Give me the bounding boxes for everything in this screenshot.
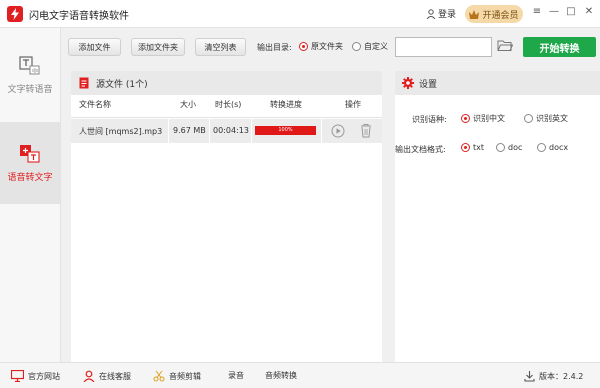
column-header-duration: 时长(s) xyxy=(215,100,242,109)
close-icon[interactable]: ✕ xyxy=(583,6,595,17)
menu-icon[interactable]: ≡ xyxy=(531,6,543,17)
file-panel-title: 源文件 (1个) xyxy=(96,79,148,90)
settings-title: 设置 xyxy=(419,79,438,90)
radio-icon xyxy=(352,42,361,51)
service-label: 在线客服 xyxy=(99,371,131,381)
settings-header: 设置 xyxy=(395,71,600,95)
radio-selected-icon xyxy=(461,114,470,123)
language-label: 识别语种: xyxy=(412,115,447,124)
sidebar-item-speech-to-text[interactable]: 语音转文字 xyxy=(0,122,60,204)
progress-label: 100% xyxy=(278,127,293,133)
user-icon xyxy=(426,8,436,19)
add-folder-button[interactable]: 添加文件夹 xyxy=(131,38,185,56)
header-divider xyxy=(71,117,382,118)
maximize-icon[interactable]: □ xyxy=(565,6,577,17)
login-label: 登录 xyxy=(438,10,457,20)
column-header-size: 大小 xyxy=(180,100,196,109)
app-logo-icon xyxy=(7,6,23,22)
file-duration-cell: 00:04:13 xyxy=(213,126,249,135)
file-size-cell: 9.67 MB xyxy=(173,126,206,135)
speech-to-text-icon xyxy=(20,144,40,163)
website-label: 官方网站 xyxy=(28,371,60,381)
start-convert-button[interactable]: 开始转换 xyxy=(523,37,596,57)
app-title: 闪电文字语音转换软件 xyxy=(29,11,129,22)
title-bar: 闪电文字语音转换软件 登录 开通会员 ≡ — □ ✕ xyxy=(0,0,600,28)
folder-icon[interactable] xyxy=(497,39,514,55)
file-panel-header: 源文件 (1个) xyxy=(71,71,382,95)
audio-cut-label: 音频剪辑 xyxy=(169,371,201,381)
format-option-label: docx xyxy=(549,143,569,152)
sidebar-item-label: 文字转语音 xyxy=(7,84,53,95)
scissors-icon xyxy=(153,370,165,382)
file-name-cell: 人世间 [mqms2].mp3 xyxy=(79,127,163,136)
minimize-icon[interactable]: — xyxy=(548,6,560,17)
delete-icon[interactable] xyxy=(360,123,372,141)
settings-panel: 设置 识别语种: 识别中文 识别英文 输出文档格式: txt doc docx xyxy=(395,71,600,362)
cell-divider xyxy=(321,119,322,143)
document-icon xyxy=(79,77,89,89)
gear-icon xyxy=(402,77,414,89)
vip-button[interactable]: 开通会员 xyxy=(465,5,523,23)
column-header-actions: 操作 xyxy=(345,100,361,109)
output-dir-label: 输出目录: xyxy=(257,43,292,52)
audio-cut-link[interactable]: 音频剪辑 xyxy=(153,370,201,382)
output-source-label: 原文件夹 xyxy=(311,42,343,51)
crown-icon xyxy=(469,9,480,19)
format-option-label: txt xyxy=(473,143,485,152)
clear-list-button[interactable]: 清空列表 xyxy=(195,38,246,56)
download-icon xyxy=(524,371,535,382)
sidebar: 文字转语音 语音转文字 xyxy=(0,28,61,362)
progress-bar: 100% xyxy=(255,126,316,135)
table-row[interactable]: 人世间 [mqms2].mp3 9.67 MB 00:04:13 100% xyxy=(71,119,382,143)
output-custom-label: 自定义 xyxy=(364,42,388,51)
text-to-speech-icon xyxy=(19,55,40,74)
login-button[interactable]: 登录 xyxy=(426,7,456,20)
monitor-icon xyxy=(11,370,24,382)
radio-icon xyxy=(524,114,533,123)
website-link[interactable]: 官方网站 xyxy=(11,370,60,382)
audio-convert-link[interactable]: 音频转换 xyxy=(265,370,297,381)
output-custom-radio[interactable]: 自定义 xyxy=(352,41,388,52)
radio-selected-icon xyxy=(461,143,470,152)
service-link[interactable]: 在线客服 xyxy=(83,370,131,382)
language-option-label: 识别中文 xyxy=(473,114,505,123)
file-list-panel: 源文件 (1个) 文件名称 大小 时长(s) 转换进度 操作 人世间 [mqms… xyxy=(71,71,382,362)
format-label: 输出文档格式: xyxy=(395,145,446,154)
column-header-progress: 转换进度 xyxy=(270,100,302,109)
format-doc-radio[interactable]: doc xyxy=(496,143,522,152)
language-english-radio[interactable]: 识别英文 xyxy=(524,113,568,124)
radio-selected-icon xyxy=(299,42,308,51)
record-link[interactable]: 录音 xyxy=(228,370,244,381)
format-option-label: doc xyxy=(508,143,523,152)
toolbar: 添加文件 添加文件夹 清空列表 输出目录: 原文件夹 自定义 开始转换 xyxy=(61,28,600,66)
language-option-label: 识别英文 xyxy=(536,114,568,123)
add-file-button[interactable]: 添加文件 xyxy=(68,38,121,56)
customer-service-icon xyxy=(83,370,95,382)
radio-icon xyxy=(496,143,505,152)
format-txt-radio[interactable]: txt xyxy=(461,143,484,152)
audio-convert-label: 音频转换 xyxy=(265,371,297,380)
language-chinese-radio[interactable]: 识别中文 xyxy=(461,113,505,124)
output-source-radio[interactable]: 原文件夹 xyxy=(299,41,343,52)
cell-divider xyxy=(209,119,210,143)
version-info: 版本：2.4.2 xyxy=(524,370,583,382)
cell-divider xyxy=(251,119,252,143)
radio-icon xyxy=(537,143,546,152)
sidebar-item-text-to-speech[interactable]: 文字转语音 xyxy=(0,34,60,116)
play-icon[interactable] xyxy=(331,124,345,141)
format-docx-radio[interactable]: docx xyxy=(537,143,568,152)
sidebar-item-label: 语音转文字 xyxy=(7,172,53,183)
output-path-input[interactable] xyxy=(395,37,492,57)
status-bar: 官方网站 在线客服 音频剪辑 录音 音频转换 版本：2.4.2 xyxy=(0,362,600,388)
column-header-name: 文件名称 xyxy=(79,100,111,109)
cell-divider xyxy=(168,119,169,143)
version-label: 版本：2.4.2 xyxy=(539,371,584,381)
vip-label: 开通会员 xyxy=(482,10,519,21)
record-label: 录音 xyxy=(228,371,244,380)
